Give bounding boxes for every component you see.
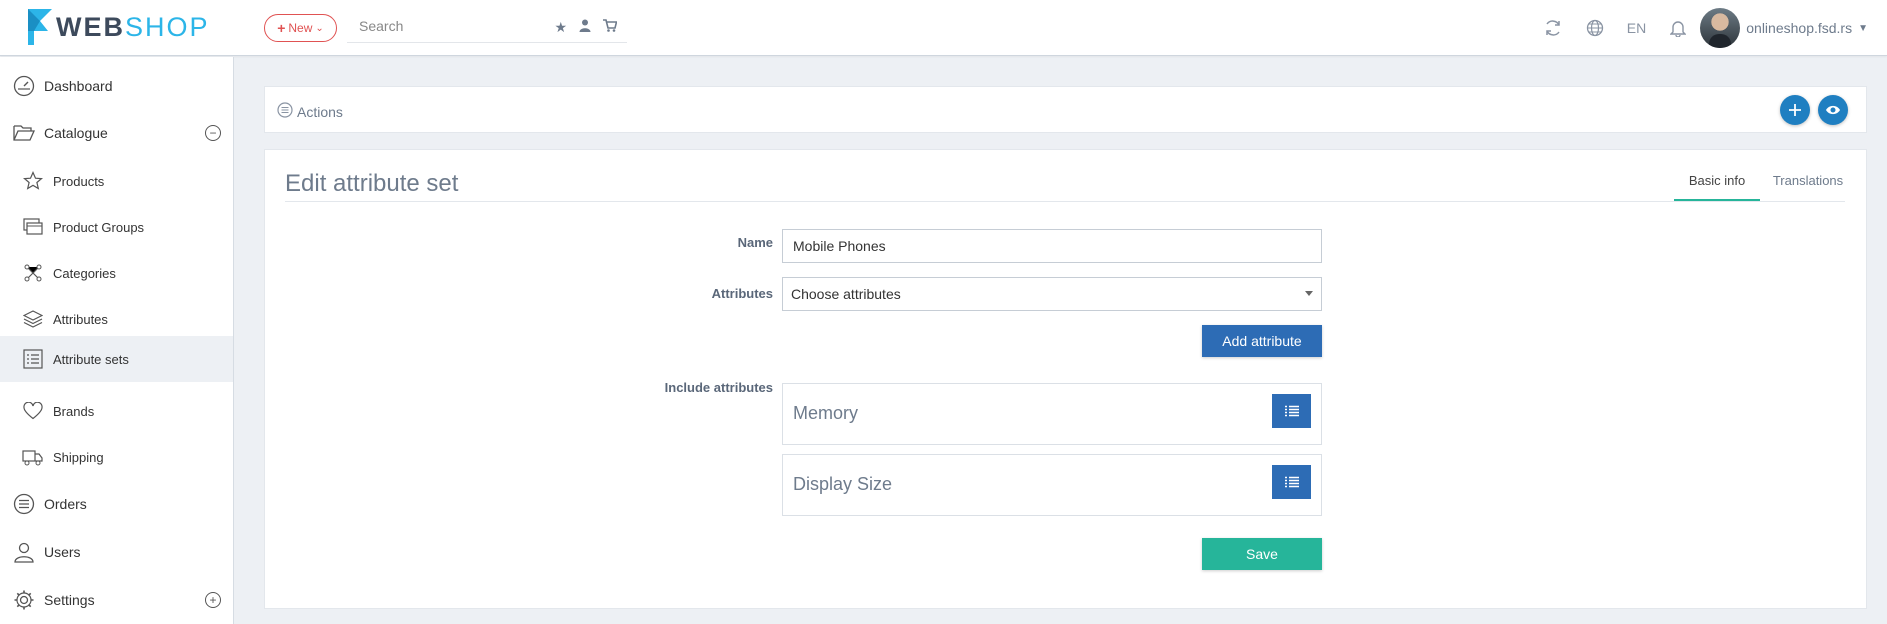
sidebar-item-orders[interactable]: Orders — [0, 485, 233, 523]
folder-open-icon — [12, 121, 36, 145]
sidebar-item-label: Brands — [53, 403, 95, 419]
plus-icon: + — [277, 20, 286, 36]
sidebar-item-attributes[interactable]: Attributes — [0, 300, 233, 338]
sidebar-item-label: Users — [44, 544, 81, 560]
sidebar-item-label: Products — [53, 173, 105, 189]
user-outline-icon — [12, 540, 36, 564]
included-attribute-name: Memory — [793, 403, 859, 423]
add-attribute-button[interactable]: Add attribute — [1202, 325, 1322, 357]
expand-plus-icon[interactable]: + — [205, 592, 221, 608]
sidebar-item-users[interactable]: Users — [0, 533, 233, 571]
user-label: onlineshop.fsd.rs — [1746, 20, 1853, 36]
attribute-options-button[interactable] — [1272, 394, 1311, 428]
include-attributes-label: Include attributes — [664, 380, 773, 395]
actions-label: Actions — [297, 103, 343, 120]
star-outline-icon — [21, 169, 45, 193]
logo-text: WEBSHOP — [56, 12, 210, 43]
edit-attribute-set-panel: Edit attribute set Basic info Translatio… — [264, 149, 1867, 609]
collapse-minus-icon[interactable]: − — [205, 125, 221, 141]
avatar[interactable] — [1700, 8, 1741, 48]
gear-icon — [12, 588, 36, 612]
new-button[interactable]: + New ⌄ — [264, 14, 337, 42]
name-field[interactable]: Mobile Phones — [782, 229, 1322, 263]
orders-list-icon — [12, 492, 36, 516]
user-menu[interactable]: onlineshop.fsd.rs ▼ — [1700, 8, 1868, 48]
bell-icon[interactable] — [1668, 18, 1688, 38]
actions-toggle[interactable]: Actions — [277, 102, 343, 121]
attributes-label: Attributes — [711, 286, 773, 301]
preview-button[interactable] — [1818, 95, 1848, 125]
attributes-select[interactable]: Choose attributes — [782, 277, 1322, 311]
language-selector[interactable]: EN — [1627, 20, 1646, 36]
sidebar: Dashboard Catalogue − Products Product G… — [0, 57, 234, 624]
plus-icon — [1789, 104, 1801, 116]
logo[interactable]: WEBSHOP — [26, 7, 210, 47]
shipping-truck-icon — [21, 445, 45, 469]
sidebar-item-settings[interactable]: Settings + — [0, 581, 233, 619]
refresh-icon[interactable] — [1543, 18, 1563, 38]
sidebar-item-products[interactable]: Products — [0, 162, 233, 200]
eye-icon — [1826, 105, 1840, 115]
search-input[interactable] — [347, 12, 547, 40]
title-divider — [285, 201, 1845, 202]
included-attribute-item: Display Size — [782, 454, 1322, 516]
caret-down-icon: ▼ — [1858, 22, 1868, 34]
chevron-down-icon: ⌄ — [315, 22, 324, 34]
name-field-value: Mobile Phones — [793, 238, 886, 254]
cart-icon[interactable] — [603, 19, 618, 36]
attributes-select-value: Choose attributes — [791, 286, 901, 302]
top-right-tools: EN onlineshop.fsd.rs ▼ — [1543, 8, 1868, 48]
page-title: Edit attribute set — [285, 170, 459, 197]
globe-icon[interactable] — [1585, 18, 1605, 38]
list-icon — [1284, 405, 1299, 417]
actions-panel: Actions — [264, 86, 1867, 133]
sidebar-item-label: Settings — [44, 592, 95, 608]
included-attribute-item: Memory — [782, 383, 1322, 445]
tab-translations[interactable]: Translations — [1761, 173, 1855, 202]
star-icon[interactable]: ★ — [554, 19, 567, 36]
stacked-windows-icon — [21, 215, 45, 239]
caret-down-icon — [1305, 291, 1313, 296]
sidebar-item-label: Orders — [44, 496, 87, 512]
sidebar-item-label: Shipping — [53, 449, 104, 465]
search-shortcuts: ★ — [554, 19, 618, 36]
sidebar-item-label: Attribute sets — [53, 351, 129, 367]
sidebar-item-dashboard[interactable]: Dashboard — [0, 67, 233, 105]
dashboard-gauge-icon — [12, 74, 36, 98]
sidebar-item-categories[interactable]: Categories — [0, 254, 233, 292]
sidebar-item-label: Product Groups — [53, 219, 145, 235]
sidebar-item-label: Attributes — [53, 311, 108, 327]
layers-icon — [21, 307, 45, 331]
sidebar-item-label: Dashboard — [44, 78, 113, 94]
new-button-label: New — [288, 21, 313, 35]
add-button[interactable] — [1780, 95, 1810, 125]
sidebar-item-label: Categories — [53, 265, 116, 281]
sidebar-item-attribute-sets[interactable]: Attribute sets — [0, 336, 233, 382]
heart-icon — [21, 399, 45, 423]
user-icon[interactable] — [579, 19, 591, 36]
network-nodes-icon — [21, 261, 45, 285]
menu-circle-icon — [277, 102, 293, 121]
sidebar-item-brands[interactable]: Brands — [0, 392, 233, 430]
list-checklist-icon — [21, 347, 45, 371]
sidebar-item-catalogue[interactable]: Catalogue − — [0, 114, 233, 152]
logo-text-web: WEB — [56, 11, 125, 42]
tab-basic-info[interactable]: Basic info — [1674, 173, 1760, 202]
name-label: Name — [737, 235, 773, 250]
top-bar: WEBSHOP + New ⌄ ★ EN o — [0, 0, 1887, 56]
sidebar-item-product-groups[interactable]: Product Groups — [0, 208, 233, 246]
list-icon — [1284, 476, 1299, 488]
included-attribute-name: Display Size — [793, 474, 893, 494]
sidebar-item-shipping[interactable]: Shipping — [0, 438, 233, 476]
attribute-options-button[interactable] — [1272, 465, 1311, 499]
logo-flag-icon — [28, 9, 52, 45]
sidebar-item-label: Catalogue — [44, 125, 108, 141]
save-button[interactable]: Save — [1202, 538, 1322, 570]
search-bar: ★ — [347, 12, 627, 43]
logo-text-shop: SHOP — [125, 11, 210, 42]
